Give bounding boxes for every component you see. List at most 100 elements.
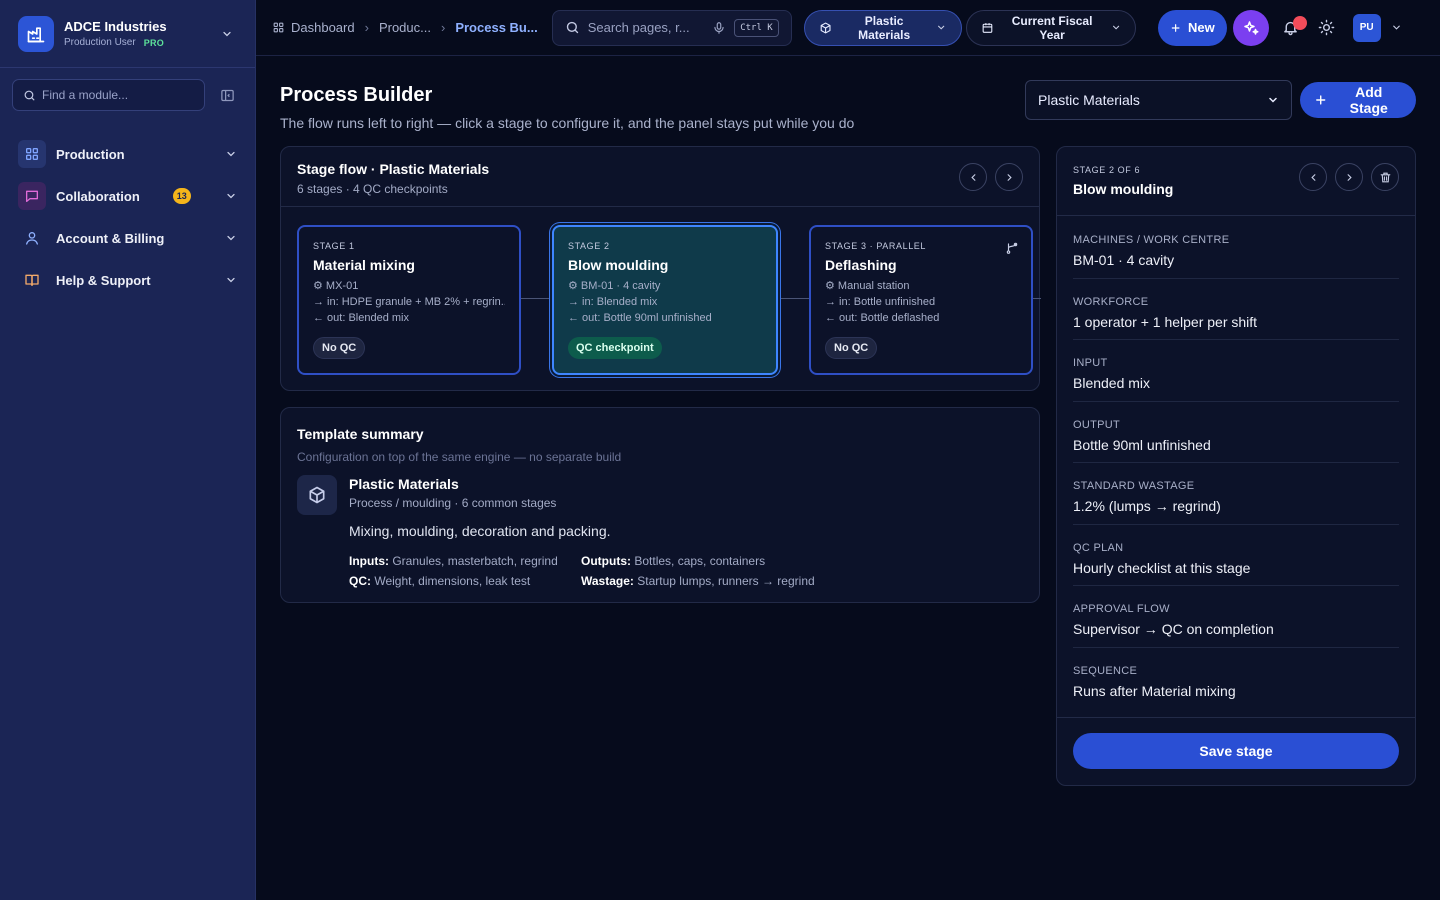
field-value: Blended mix — [1073, 375, 1151, 391]
search-icon — [566, 21, 578, 34]
template-description: Mixing, moulding, decoration and packing… — [349, 523, 611, 539]
chevron-down-icon — [1269, 97, 1277, 103]
factory-icon — [18, 15, 54, 52]
avatar[interactable]: PU — [1352, 13, 1381, 42]
chevron-right-icon — [1347, 173, 1352, 181]
sidebar-item-production[interactable]: Production — [0, 133, 255, 175]
theme-toggle-button[interactable] — [1309, 10, 1345, 46]
fiscal-period-selector[interactable]: Current Fiscal Year — [965, 9, 1136, 46]
notifications-button[interactable] — [1273, 10, 1309, 46]
breadcrumb-dashboard[interactable]: Dashboard — [272, 20, 355, 35]
stage-name: Material mixing — [313, 257, 415, 273]
stage-position: STAGE 2 OF 6 — [1073, 165, 1141, 175]
field-machines[interactable]: MACHINES / WORK CENTRE BM-01 · 4 cavity — [1073, 217, 1399, 279]
fiscal-period-label: Current Fiscal Year — [1011, 13, 1093, 42]
global-search: Ctrl K — [551, 9, 792, 46]
field-qc-plan[interactable]: QC PLAN Hourly checklist at this stage — [1073, 525, 1399, 586]
cube-icon — [297, 475, 337, 515]
org-switcher[interactable]: ADCE Industries Production User PRO — [0, 0, 255, 68]
stage-card-deflashing[interactable]: Stage 3 · Parallel Deflashing ⚙ Manual s… — [809, 225, 1033, 375]
delete-stage-button[interactable] — [1371, 163, 1399, 191]
sidebar-item-account-billing[interactable]: Account & Billing — [0, 217, 255, 259]
field-sequence[interactable]: SEQUENCE Runs after Material mixing — [1073, 648, 1399, 710]
chevron-down-icon — [227, 277, 235, 283]
stage-config-panel: STAGE 2 OF 6 Blow moulding MACHINES / WO… — [1056, 146, 1416, 786]
field-value: Bottle 90ml unfinished — [1073, 436, 1211, 453]
chevron-right-icon — [1007, 173, 1012, 181]
stage-kicker: Stage 1 — [313, 241, 355, 251]
chevron-right-icon: › — [364, 20, 369, 35]
chevron-down-icon[interactable] — [1391, 22, 1402, 33]
microphone-icon[interactable] — [712, 21, 726, 35]
next-stage-button[interactable] — [1335, 163, 1363, 191]
book-icon — [18, 266, 46, 294]
chevron-right-icon: › — [440, 20, 446, 35]
stage-output: ← out: Bottle deflashed — [825, 312, 940, 324]
chevron-down-icon — [227, 193, 235, 199]
stage-card-blow-moulding[interactable]: Stage 2 Blow moulding ⚙ BM-01 · 4 cavity… — [552, 225, 778, 375]
notification-count-badge: 13 — [172, 188, 191, 204]
stage-kicker: Stage 2 — [568, 241, 610, 251]
save-stage-button[interactable]: Save stage — [1073, 733, 1399, 769]
ai-assistant-button[interactable] — [1232, 9, 1269, 46]
module-search — [12, 79, 205, 111]
org-name: ADCE Industries — [64, 19, 167, 34]
sidebar-item-label: Account & Billing — [56, 230, 165, 246]
field-value: 1 operator + 1 helper per shift — [1073, 313, 1258, 330]
module-search-input[interactable] — [42, 88, 192, 102]
sidebar-item-label: Help & Support — [56, 272, 151, 288]
global-search-input[interactable] — [587, 20, 705, 35]
stage-machine: ⚙ Manual station — [825, 280, 910, 292]
template-outputs: Outputs: Bottles, caps, containers — [581, 554, 766, 568]
stage-card-material-mixing[interactable]: Stage 1 Material mixing ⚙ MX-01 → in: HD… — [297, 225, 521, 375]
breadcrumb-process-builder: Process Bu... — [455, 20, 538, 35]
field-label: MACHINES / WORK CENTRE — [1073, 234, 1230, 246]
template-qc: QC: Weight, dimensions, leak test — [349, 574, 531, 588]
plan-badge: PRO — [143, 37, 165, 48]
field-value: Hourly checklist at this stage — [1073, 559, 1251, 576]
material-template-value: Plastic Materials — [1038, 92, 1140, 108]
stage-flow-title: Stage flow · Plastic Materials — [297, 161, 490, 177]
collapse-sidebar-button[interactable] — [218, 86, 236, 104]
material-context-label: Plastic Materials — [858, 13, 911, 42]
stage-name: Blow moulding — [568, 257, 669, 273]
material-context-selector[interactable]: Plastic Materials — [803, 9, 962, 46]
qc-status-badge: QC checkpoint — [568, 337, 662, 359]
new-button[interactable]: New — [1157, 9, 1227, 46]
sidebar-item-label: Collaboration — [56, 188, 140, 204]
qc-status-badge: No QC — [313, 337, 366, 359]
chevron-left-icon — [1310, 173, 1315, 181]
user-icon — [18, 224, 46, 252]
flow-scroll-right-button[interactable] — [995, 163, 1023, 191]
flow-scroll-left-button[interactable] — [959, 163, 987, 191]
sparkles-icon — [1243, 20, 1259, 35]
field-approval-flow[interactable]: APPROVAL FLOW Supervisor → QC on complet… — [1073, 586, 1399, 648]
search-icon — [24, 90, 35, 100]
main-content: Process Builder The flow runs left to ri… — [280, 80, 1416, 786]
field-value: Runs after Material mixing — [1073, 682, 1236, 699]
sidebar-item-collaboration[interactable]: Collaboration 13 — [0, 175, 255, 217]
field-input[interactable]: INPUT Blended mix — [1073, 340, 1399, 402]
field-output[interactable]: OUTPUT Bottle 90ml unfinished — [1073, 402, 1399, 463]
stage-flow-subtitle: 6 stages · 4 QC checkpoints — [297, 182, 448, 196]
flow-connector — [521, 298, 551, 299]
chevron-left-icon — [970, 173, 975, 181]
sidebar-item-help-support[interactable]: Help & Support — [0, 259, 255, 301]
stage-fields: MACHINES / WORK CENTRE BM-01 · 4 cavity … — [1073, 217, 1399, 709]
plus-icon — [1171, 23, 1180, 32]
field-label: QC PLAN — [1073, 541, 1124, 554]
field-wastage[interactable]: STANDARD WASTAGE 1.2% (lumps → regrind) — [1073, 463, 1399, 525]
topbar: Dashboard › Produc... › Process Bu... Ct… — [256, 0, 1440, 56]
breadcrumb-production[interactable]: Produc... — [379, 20, 431, 35]
sidebar-toggle-icon — [220, 89, 234, 101]
field-label: APPROVAL FLOW — [1073, 603, 1170, 615]
field-workforce[interactable]: WORKFORCE 1 operator + 1 helper per shif… — [1073, 279, 1399, 340]
add-stage-button[interactable]: Add Stage — [1300, 82, 1416, 118]
plus-icon — [1316, 95, 1326, 105]
chevron-down-icon — [227, 235, 235, 241]
material-template-select[interactable]: Plastic Materials — [1025, 80, 1292, 120]
notification-dot — [1292, 15, 1307, 30]
previous-stage-button[interactable] — [1299, 163, 1327, 191]
breadcrumb-label: Dashboard — [291, 20, 355, 35]
stage-machine: ⚙ MX-01 — [313, 280, 359, 292]
